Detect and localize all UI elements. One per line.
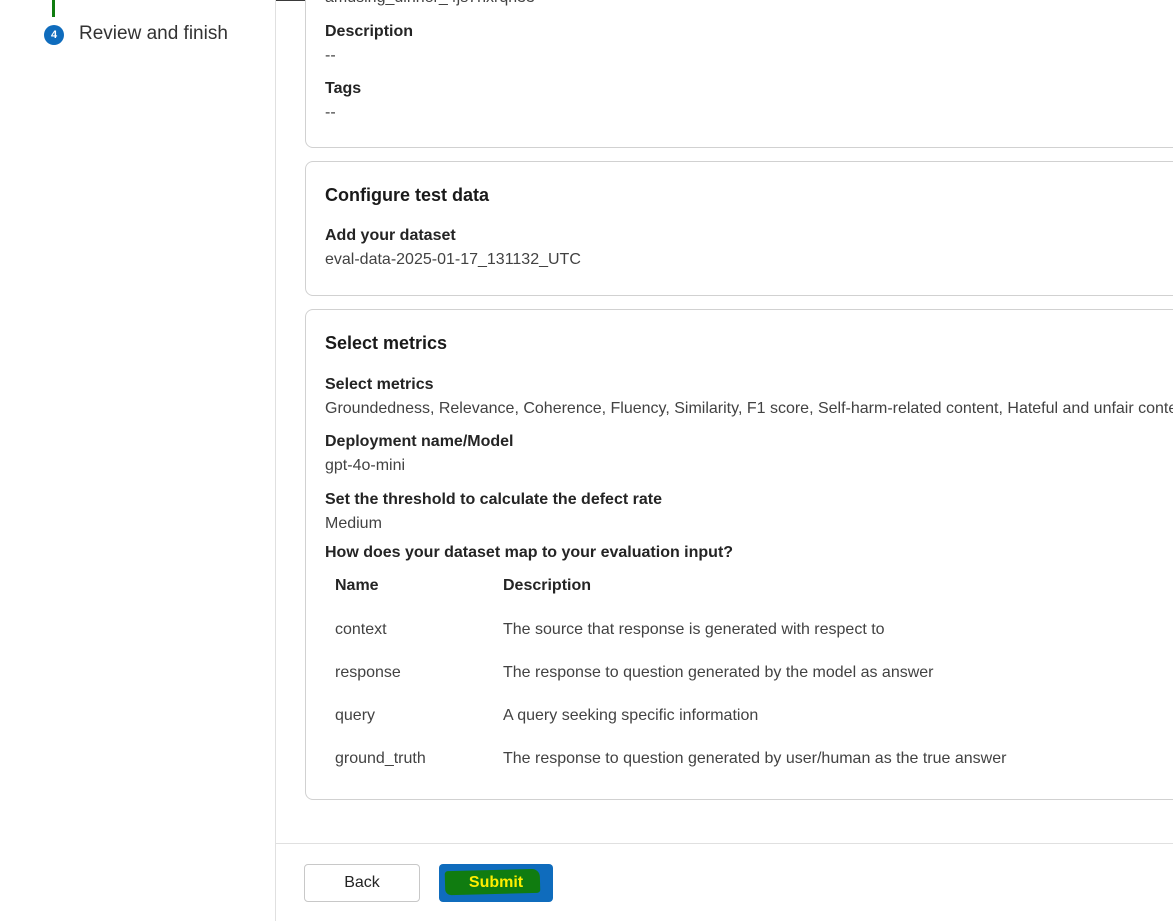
- row-description: The response to question generated by th…: [503, 664, 934, 681]
- step-review-and-finish[interactable]: Review and finish: [79, 23, 228, 45]
- submit-button[interactable]: Submit: [439, 864, 553, 902]
- review-content[interactable]: amusing_dinner_4js7nxrqh33 Description -…: [276, 0, 1173, 843]
- dataset-label: Add your dataset: [325, 227, 456, 244]
- tags-value: --: [325, 104, 336, 121]
- row-name: response: [335, 664, 401, 681]
- row-name: ground_truth: [335, 750, 426, 767]
- deployment-label: Deployment name/Model: [325, 433, 514, 450]
- card-title: Select metrics: [325, 333, 448, 353]
- step-connector-line: [52, 0, 55, 17]
- dataset-value: eval-data-2025-01-17_131132_UTC: [325, 251, 581, 268]
- row-name: context: [335, 621, 387, 638]
- column-header-name: Name: [335, 577, 379, 594]
- evaluation-name-value: amusing_dinner_4js7nxrqh33: [325, 0, 535, 7]
- mapping-label: How does your dataset map to your evalua…: [325, 544, 734, 561]
- select-metrics-card: Select metrics Select metrics Groundedne…: [305, 309, 1173, 800]
- tags-label: Tags: [325, 80, 362, 97]
- threshold-value: Medium: [325, 515, 382, 532]
- deployment-value: gpt-4o-mini: [325, 457, 406, 474]
- row-description: The source that response is generated wi…: [503, 621, 885, 638]
- configure-test-data-card: Configure test data Add your dataset eva…: [305, 161, 1173, 296]
- description-value: --: [325, 47, 336, 64]
- threshold-label: Set the threshold to calculate the defec…: [325, 491, 662, 508]
- metrics-value: Groundedness, Relevance, Coherence, Flue…: [325, 400, 1173, 417]
- description-label: Description: [325, 23, 414, 40]
- column-header-description: Description: [503, 577, 592, 594]
- wizard-stepper: 4 Review and finish: [0, 0, 276, 921]
- row-description: The response to question generated by us…: [503, 750, 1007, 767]
- row-description: A query seeking specific information: [503, 707, 759, 724]
- wizard-footer: Back Submit: [276, 843, 1173, 922]
- back-button[interactable]: Back: [304, 864, 420, 902]
- metrics-label: Select metrics: [325, 376, 434, 393]
- basic-info-card: amusing_dinner_4js7nxrqh33 Description -…: [305, 0, 1173, 148]
- card-title: Configure test data: [325, 185, 490, 205]
- step-number-badge: 4: [44, 25, 64, 45]
- row-name: query: [335, 707, 376, 724]
- submit-button-label: Submit: [468, 874, 524, 891]
